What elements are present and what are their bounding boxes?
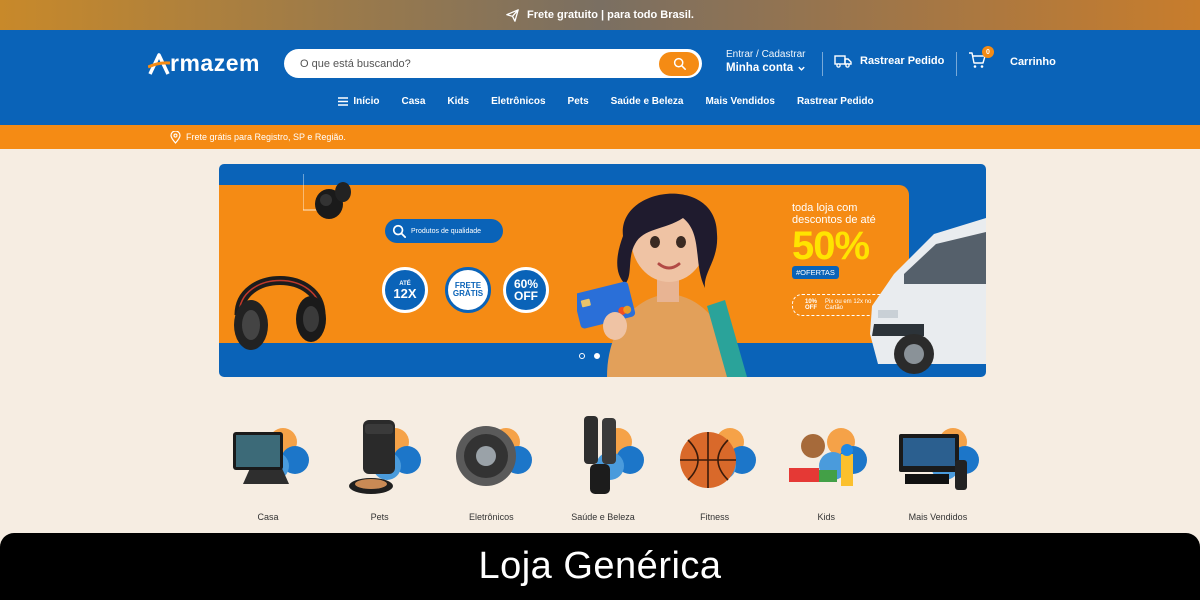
- menu-icon: [338, 97, 349, 106]
- category-pets[interactable]: Pets: [325, 410, 435, 522]
- carousel-dot-active[interactable]: [594, 353, 600, 359]
- store-logo[interactable]: rmazem: [148, 50, 260, 77]
- nav-item-label: Rastrear Pedido: [796, 96, 874, 107]
- search-icon: [392, 224, 406, 238]
- pill-text: Produtos de qualidade: [411, 227, 482, 235]
- track-order-label: Rastrear Pedido: [860, 55, 945, 67]
- badge-big-text: 12X: [393, 285, 417, 301]
- nav-item-label: Início: [353, 96, 380, 107]
- carousel-dots: [579, 353, 600, 359]
- promo-strip-text: Frete gratuito | para todo Brasil.: [527, 9, 694, 21]
- category-label: Pets: [370, 512, 389, 522]
- category-label: Eletrônicos: [469, 512, 514, 522]
- free-shipping-badge: FRETE GRÁTIS: [445, 267, 491, 313]
- nav-item-saude-beleza[interactable]: Saúde e Beleza: [611, 96, 684, 107]
- hero-banner[interactable]: Produtos de qualidade ATÉ 12X FRETE GRÁT…: [219, 164, 986, 377]
- badge-line2: OFF: [514, 289, 538, 303]
- account-login-label: Entrar / Cadastrar: [726, 49, 806, 60]
- account-main-label: Minha conta: [726, 62, 806, 74]
- nav-item-eletronicos[interactable]: Eletrônicos: [491, 96, 545, 107]
- cart-count-badge: 0: [982, 46, 994, 58]
- nav-item-label: Kids: [447, 96, 470, 107]
- promo-strip: Frete gratuito | para todo Brasil.: [0, 0, 1200, 30]
- category-eletronicos[interactable]: Eletrônicos: [436, 410, 546, 522]
- category-list: Casa Pets Eletrônicos Saúde e Beleza Fit…: [213, 410, 993, 522]
- nav-item-label: Eletrônicos: [491, 96, 546, 107]
- pet-feeder-icon: [348, 420, 421, 494]
- logo-text: rmazem: [170, 50, 260, 76]
- badge-line2: GRÁTIS: [452, 289, 484, 298]
- category-casa[interactable]: Casa: [213, 410, 323, 522]
- category-label: Saúde e Beleza: [571, 512, 635, 522]
- account-menu[interactable]: Entrar / Cadastrar Minha conta: [726, 49, 806, 74]
- shipping-bar: Frete grátis para Registro, SP e Região.: [0, 125, 1200, 149]
- smart-display-icon: [233, 428, 309, 484]
- store-caption: Loja Genérica: [0, 533, 1200, 600]
- cart-button[interactable]: 0 Carrinho: [968, 46, 1068, 76]
- category-label: Casa: [257, 512, 279, 522]
- carousel-dot[interactable]: [579, 353, 585, 359]
- search-input[interactable]: [284, 49, 659, 78]
- robot-vacuum-icon: [456, 426, 533, 486]
- category-mais-vendidos[interactable]: Mais Vendidos: [883, 410, 993, 522]
- location-pin-icon: [170, 130, 181, 144]
- logo-mark-icon: [148, 52, 170, 75]
- promo-line1: toda loja com: [792, 202, 858, 214]
- nav-item-casa[interactable]: Casa: [401, 96, 425, 107]
- cart-label: Carrinho: [1010, 56, 1056, 68]
- earbuds-image: [303, 174, 351, 219]
- car-stereo-icon: [898, 428, 979, 490]
- shipping-bar-text: Frete grátis para Registro, SP e Região.: [186, 132, 346, 142]
- category-label: Mais Vendidos: [908, 512, 968, 522]
- toys-icon: [789, 428, 868, 486]
- nav-item-label: Pets: [567, 96, 589, 107]
- search-icon: [673, 57, 686, 70]
- category-label: Kids: [817, 512, 836, 522]
- paper-plane-icon: [506, 8, 519, 22]
- nav-item-label: Saúde e Beleza: [610, 96, 684, 107]
- header-divider: [956, 52, 957, 76]
- main-nav: Início Casa Kids Eletrônicos Pets Saúde …: [0, 96, 1200, 107]
- promo-percentage: 50%: [792, 224, 870, 268]
- header-divider: [822, 52, 823, 76]
- woman-with-card-image: [577, 193, 747, 377]
- hair-straightener-icon: [583, 416, 644, 494]
- basketball-icon: [679, 428, 756, 488]
- nav-item-label: Casa: [401, 96, 426, 107]
- installments-badge: ATÉ 12X: [382, 267, 428, 313]
- track-order-link[interactable]: Rastrear Pedido: [834, 54, 944, 68]
- pix-discount: 10% OFF: [805, 299, 818, 311]
- nav-item-kids[interactable]: Kids: [447, 96, 469, 107]
- search-bar: [284, 49, 702, 78]
- truck-icon: [834, 55, 852, 68]
- search-button[interactable]: [659, 51, 699, 76]
- my-account-text: Minha conta: [726, 62, 794, 74]
- nav-item-pets[interactable]: Pets: [568, 96, 589, 107]
- site-header: rmazem Entrar / Cadastrar Minha conta Ra…: [0, 30, 1200, 125]
- category-label: Fitness: [700, 512, 730, 522]
- chevron-down-icon: [798, 66, 805, 71]
- discount-badge: 60% OFF: [503, 267, 549, 313]
- nav-item-rastrear-pedido[interactable]: Rastrear Pedido: [797, 96, 874, 107]
- category-kids[interactable]: Kids: [771, 410, 881, 522]
- nav-item-label: Mais Vendidos: [705, 96, 775, 107]
- ofertas-tag: #OFERTAS: [792, 266, 839, 279]
- nav-item-mais-vendidos[interactable]: Mais Vendidos: [705, 96, 774, 107]
- category-saude-beleza[interactable]: Saúde e Beleza: [548, 410, 658, 522]
- category-fitness[interactable]: Fitness: [660, 410, 770, 522]
- nav-item-inicio[interactable]: Início: [338, 96, 379, 107]
- delivery-van-image: [870, 218, 986, 374]
- headphones-image: [234, 276, 326, 350]
- quality-products-pill[interactable]: Produtos de qualidade: [385, 219, 503, 243]
